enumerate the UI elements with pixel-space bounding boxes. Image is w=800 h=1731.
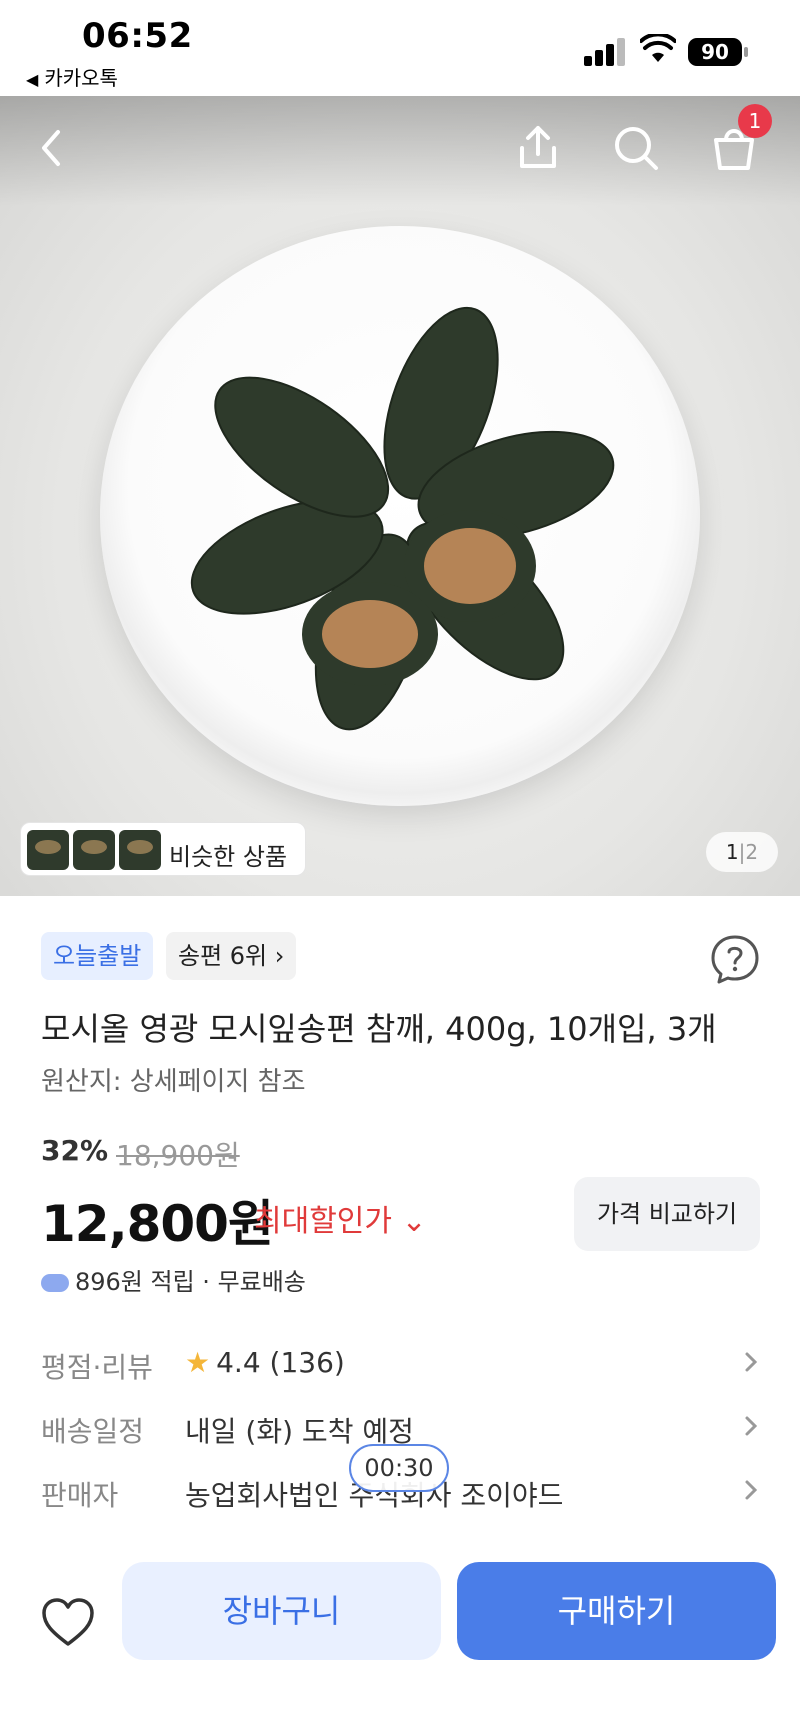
product-title: 모시올 영광 모시잎송편 참깨, 400g, 10개입, 3개 [41,1010,717,1048]
bottom-action-bar: 장바구니 구매하기 [0,1540,800,1731]
similar-products-label: 비슷한 상품 [169,843,288,871]
songpyeon-illustration [190,306,615,731]
back-triangle-icon: ◀ [26,70,39,89]
similar-products-button[interactable]: 비슷한 상품 [20,822,306,876]
cart-count-badge: 1 [738,104,772,138]
similar-thumb [73,830,115,870]
rating-review-row[interactable]: 평점·리뷰 ★ 4.4 (136) [41,1338,761,1386]
similar-thumb [119,830,161,870]
similar-thumb [27,830,69,870]
share-icon[interactable] [510,120,566,176]
price-compare-button[interactable]: 가격 비교하기 [574,1177,760,1251]
row-label: 판매자 [41,1479,119,1512]
today-shipping-badge: 오늘출발 [41,932,154,980]
discount-rate: 32% [41,1134,109,1167]
buy-now-button[interactable]: 구매하기 [457,1562,776,1660]
rating-value: 4.4 (136) [216,1346,345,1379]
page-total: 2 [745,840,759,864]
row-label: 배송일정 [41,1415,145,1448]
points-text: 896원 적립 · 무료배송 [75,1268,306,1296]
question-chat-icon[interactable] [708,932,762,986]
star-icon: ★ [185,1346,211,1379]
chevron-right-icon [745,1416,758,1436]
category-rank-link[interactable]: 송편 6위 › [166,932,297,980]
delivery-schedule-row[interactable]: 배송일정 내일 (화) 도착 예정 [41,1402,761,1450]
cellular-signal-icon [584,36,626,66]
points-icon [41,1274,69,1292]
points-shipping-info: 896원 적립 · 무료배송 [41,1262,306,1297]
chevron-right-icon [745,1480,758,1500]
max-discount-dropdown[interactable]: 최대할인가 ⌄ [254,1196,427,1240]
add-to-cart-button[interactable]: 장바구니 [122,1562,441,1660]
heart-icon[interactable] [40,1596,96,1648]
page-current: 1 [725,840,739,864]
status-bar: 06:52 ◀ 카카오톡 90 [0,0,800,96]
product-image[interactable] [0,96,800,896]
wifi-icon [640,34,676,62]
battery-indicator: 90 [688,38,748,66]
search-icon[interactable] [608,120,664,176]
image-page-indicator: 1|2 [706,832,778,872]
row-label: 평점·리뷰 [41,1351,153,1384]
back-to-app-link[interactable]: ◀ 카카오톡 [26,62,118,91]
original-price: 18,900원 [116,1139,240,1172]
timer-overlay: 00:30 [349,1444,449,1492]
battery-level: 90 [688,38,742,66]
back-app-label: 카카오톡 [44,66,118,90]
back-icon[interactable] [24,120,80,176]
chevron-right-icon [745,1352,758,1372]
product-origin: 원산지: 상세페이지 참조 [41,1067,306,1097]
status-time: 06:52 [82,16,193,56]
sale-price: 12,800원 [41,1195,274,1253]
